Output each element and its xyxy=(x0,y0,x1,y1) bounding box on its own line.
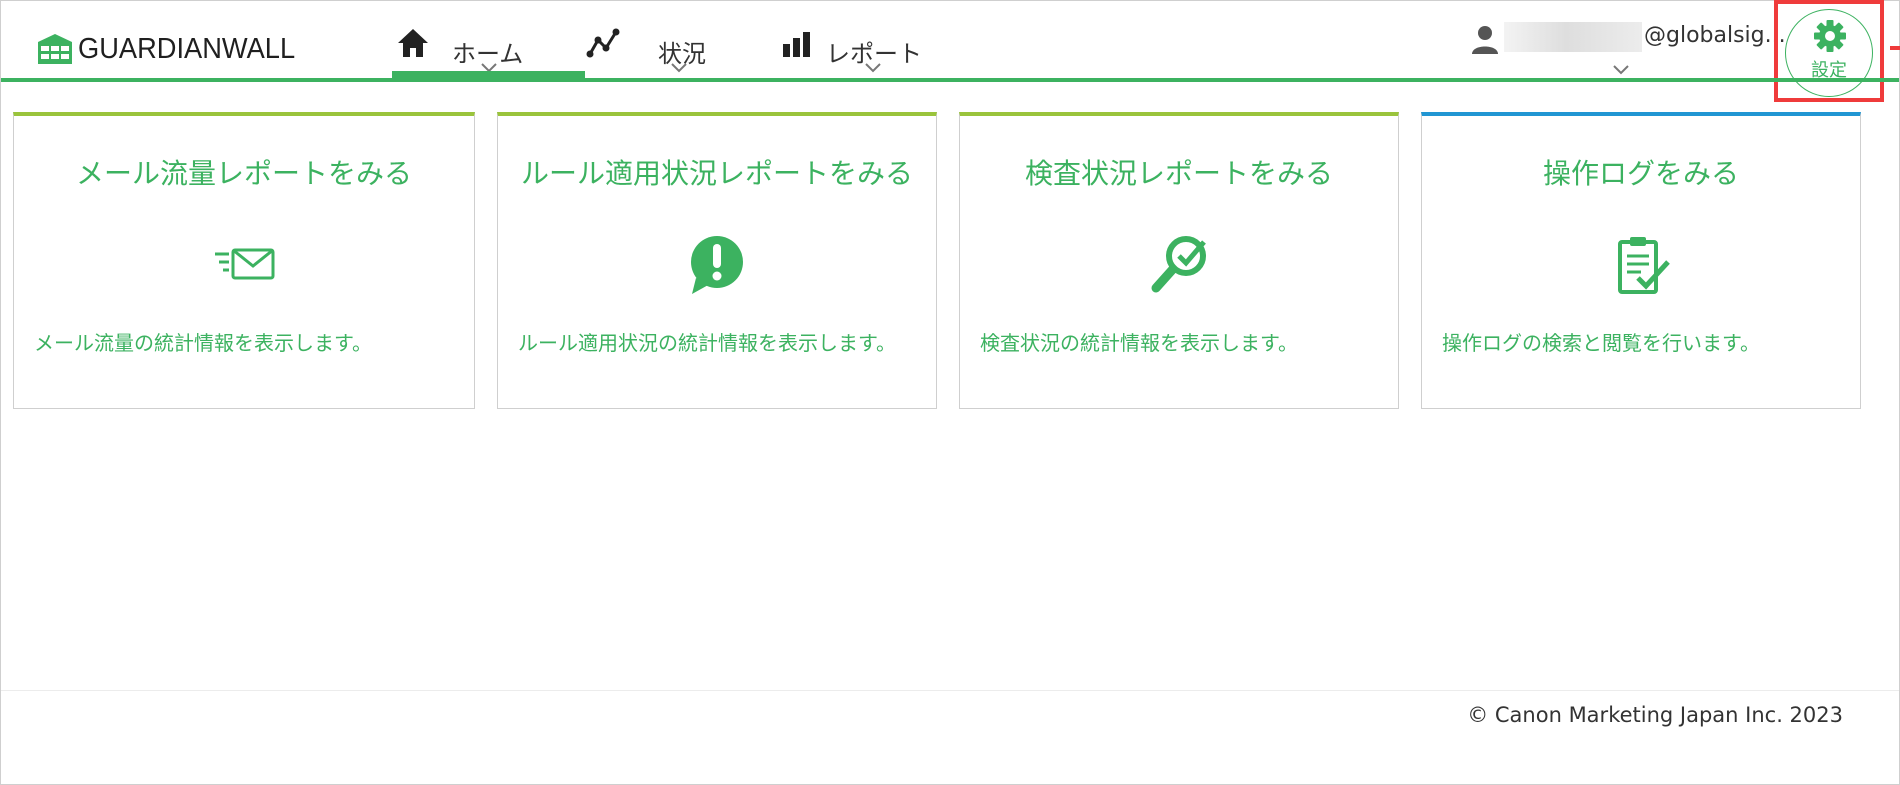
gear-icon xyxy=(1814,20,1846,52)
mail-speed-icon xyxy=(215,248,275,280)
clipboard-check-icon xyxy=(1618,237,1670,294)
card-title: 検査状況レポートをみる xyxy=(1024,157,1333,190)
card-description: 検査状況の統計情報を表示します。 xyxy=(980,331,1298,355)
user-email: @globalsig... xyxy=(1644,23,1786,48)
card-title: 操作ログをみる xyxy=(1542,157,1739,190)
footer-divider xyxy=(1,690,1899,691)
nav-status[interactable]: 状況 xyxy=(586,14,756,78)
home-icon xyxy=(398,29,428,57)
chevron-down-icon xyxy=(865,63,881,73)
user-name-masked xyxy=(1504,22,1642,52)
card-inspection-status-report[interactable]: 検査状況レポートをみる 検査状況の統計情報を表示します。 xyxy=(959,112,1399,409)
card-title: メール流量レポートをみる xyxy=(75,157,412,190)
line-chart-icon xyxy=(586,28,620,58)
card-rule-application-report[interactable]: ルール適用状況レポートをみる ルール適用状況の統計情報を表示します。 xyxy=(497,112,937,409)
logo-building-icon xyxy=(38,34,72,64)
bar-chart-icon xyxy=(783,32,810,57)
chevron-down-icon xyxy=(671,63,687,73)
highlight-connector xyxy=(1890,46,1900,50)
nav-report[interactable]: レポート xyxy=(780,14,970,78)
user-icon xyxy=(1472,26,1498,54)
card-description: メール流量の統計情報を表示します。 xyxy=(34,331,372,355)
logo-text: GUARDIANWALL xyxy=(78,32,296,65)
magnifier-check-icon xyxy=(1151,236,1206,293)
nav-home[interactable]: ホーム xyxy=(396,14,586,78)
settings-button[interactable]: 設定 xyxy=(1785,9,1873,97)
card-mail-flow-report[interactable]: メール流量レポートをみる メール流量の統計情報を表示します。 xyxy=(13,112,475,409)
card-operation-log[interactable]: 操作ログをみる 操作ログの検索と閲覧を行います。 xyxy=(1421,112,1861,409)
footer-copyright: © Canon Marketing Japan Inc. 2023 xyxy=(1467,703,1843,727)
card-title: ルール適用状況レポートをみる xyxy=(520,157,913,190)
header-divider xyxy=(1,78,1899,82)
chevron-down-icon xyxy=(1613,65,1629,75)
brand-logo[interactable]: GUARDIANWALL xyxy=(38,32,309,66)
card-description: ルール適用状況の統計情報を表示します。 xyxy=(518,331,896,355)
card-description: 操作ログの検索と閲覧を行います。 xyxy=(1442,331,1760,355)
exclamation-bubble-icon xyxy=(691,236,743,294)
